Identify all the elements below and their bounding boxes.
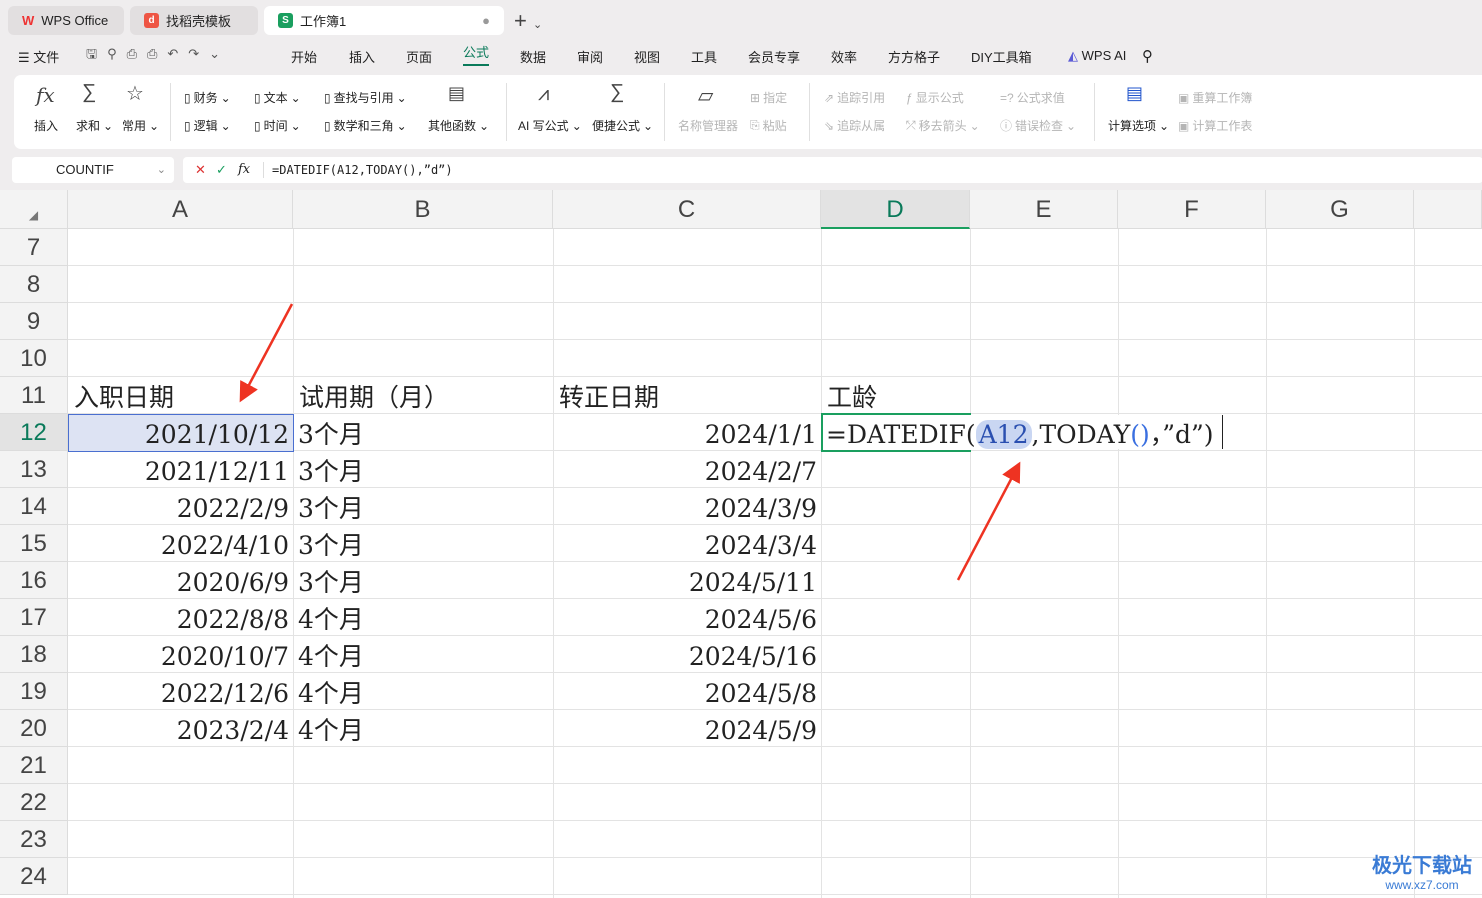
red-arrow xyxy=(956,461,1021,581)
annotation-arrows xyxy=(239,303,1021,581)
watermark-logo: 极光下载站 www.xz7.com xyxy=(1372,855,1472,892)
red-arrow xyxy=(239,303,294,403)
